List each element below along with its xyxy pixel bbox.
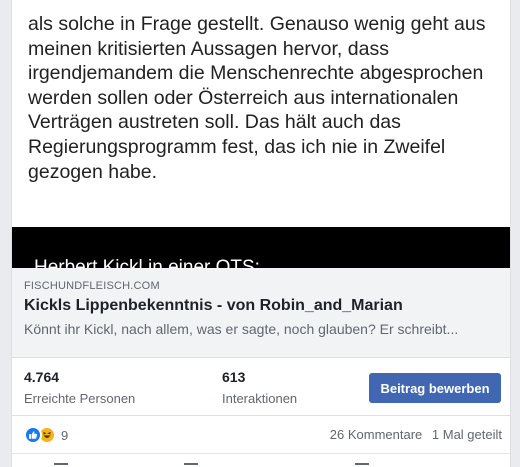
quote-line: gezogen habe. (28, 160, 158, 183)
link-title[interactable]: Kickls Lippenbekenntnis - von Robin_and_… (24, 297, 403, 315)
engagement-counts: 26 Kommentare 1 Mal geteilt (330, 427, 502, 442)
quote-line: als solche in Frage gestellt. Genauso we… (28, 13, 486, 35)
link-description: Könnt ihr Kickl, nach allem, was er sagt… (24, 321, 459, 337)
post-card: als solche in Frage gestellt. Genauso we… (11, 0, 511, 467)
video-caption-band: Herbert Kickl in einer OTS: (12, 227, 510, 268)
action-bar (12, 454, 510, 467)
quote-line: Regierungsprogramm fest, das ich nie in … (28, 135, 446, 158)
like-icon (24, 426, 42, 444)
share-action-icon[interactable] (355, 463, 369, 467)
quote-line: Verträgen austreten soll. Das hält auch … (28, 111, 401, 134)
reach-stat[interactable]: 4.764 Erreichte Personen (24, 369, 135, 406)
boost-post-button[interactable]: Beitrag bewerben (369, 373, 501, 403)
comments-count[interactable]: 26 Kommentare (330, 427, 423, 442)
shared-image[interactable]: als solche in Frage gestellt. Genauso we… (12, 0, 510, 268)
quote-line: meinen kritisierten Aussagen hervor, das… (28, 37, 389, 60)
interactions-stat[interactable]: 613 Interaktionen (222, 369, 297, 406)
reach-label: Erreichte Personen (24, 391, 136, 406)
quote-text: als solche in Frage gestellt. Genauso we… (28, 12, 498, 184)
like-action-icon[interactable] (54, 463, 68, 467)
shares-count[interactable]: 1 Mal geteilt (432, 427, 502, 442)
quote-line: irgendjemandem die Menschenrechte abgesp… (28, 62, 484, 85)
interactions-label: Interaktionen (222, 391, 298, 406)
video-caption: Herbert Kickl in einer OTS: (34, 257, 260, 268)
engagement-bar: 9 26 Kommentare 1 Mal geteilt (12, 416, 510, 454)
post-insights: 4.764 Erreichte Personen 613 Interaktion… (12, 358, 510, 416)
reach-value: 4.764 (24, 369, 60, 385)
link-preview[interactable]: FISCHUNDFLEISCH.COM Kickls Lippenbekennt… (12, 268, 510, 358)
quote-line: werden sollen oder Österreich aus intern… (28, 86, 459, 109)
comment-action-icon[interactable] (184, 463, 198, 467)
reactions-summary[interactable]: 9 (24, 426, 68, 444)
link-domain: FISCHUNDFLEISCH.COM (24, 280, 160, 292)
reaction-count: 9 (61, 427, 69, 443)
interactions-value: 613 (222, 369, 246, 385)
